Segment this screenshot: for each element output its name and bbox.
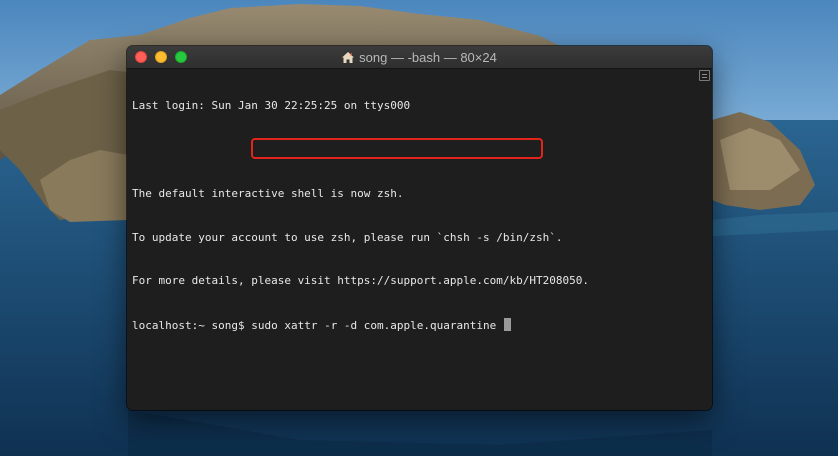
terminal-output[interactable]: Last login: Sun Jan 30 22:25:25 on ttys0… bbox=[132, 70, 694, 410]
output-line: Last login: Sun Jan 30 22:25:25 on ttys0… bbox=[132, 99, 411, 113]
text-cursor bbox=[503, 318, 511, 332]
typed-command[interactable]: sudo xattr -r -d com.apple.quarantine bbox=[251, 319, 496, 332]
command-highlight-box bbox=[251, 138, 543, 159]
title-bar[interactable]: song — -bash — 80×24 bbox=[127, 46, 712, 69]
window-title-text: song — -bash — 80×24 bbox=[359, 50, 497, 65]
window-title: song — -bash — 80×24 bbox=[127, 50, 712, 65]
command-line[interactable]: localhost:~ song$ sudo xattr -r -d com.a… bbox=[132, 318, 694, 333]
output-line: For more details, please visit https://s… bbox=[132, 274, 589, 288]
scroll-menu-icon[interactable] bbox=[699, 70, 710, 81]
terminal-window[interactable]: song — -bash — 80×24 Last login: Sun Jan… bbox=[127, 46, 712, 410]
output-line: The default interactive shell is now zsh… bbox=[132, 186, 404, 200]
home-icon bbox=[342, 52, 355, 63]
shell-prompt: localhost:~ song$ bbox=[132, 319, 252, 333]
output-line: To update your account to use zsh, pleas… bbox=[132, 230, 563, 244]
